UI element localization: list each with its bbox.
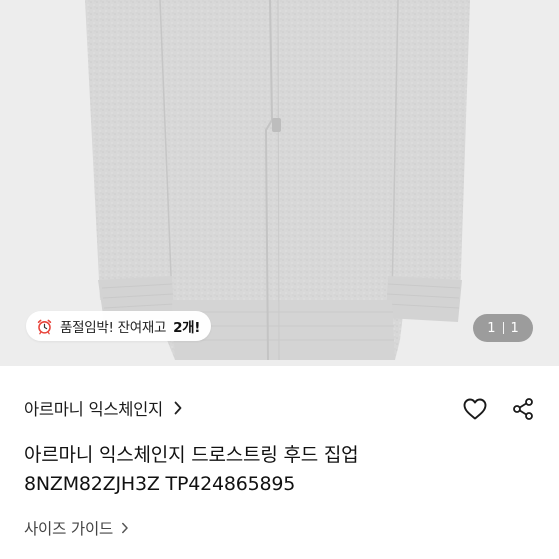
low-stock-badge: 품절임박! 잔여재고 2개! — [26, 311, 212, 341]
stock-count: 2개! — [173, 320, 201, 336]
chevron-right-icon — [174, 401, 182, 415]
product-actions — [461, 394, 537, 424]
size-guide-label: 사이즈 가이드 — [24, 520, 114, 538]
image-page-indicator: 1 1 — [473, 314, 533, 342]
share-icon — [513, 398, 533, 420]
chevron-right-icon — [122, 522, 128, 534]
product-title-line-2: 8NZM82ZJH3Z TP424865895 — [24, 473, 296, 495]
size-guide-link[interactable]: 사이즈 가이드 — [24, 515, 129, 541]
alarm-clock-icon — [37, 319, 52, 334]
current-image-index: 1 — [487, 320, 496, 336]
low-stock-text: 품절임박! 잔여재고 — [60, 320, 167, 336]
like-button[interactable] — [461, 395, 489, 423]
brand-link[interactable]: 아르마니 익스체인지 — [24, 394, 183, 422]
total-image-count: 1 — [510, 320, 519, 336]
heart-outline-icon — [463, 398, 487, 420]
brand-name: 아르마니 익스체인지 — [24, 400, 163, 419]
product-title: 아르마니 익스체인지 드로스트링 후드 집업 8NZM82ZJH3Z TP424… — [24, 441, 544, 499]
share-button[interactable] — [509, 395, 537, 423]
product-image[interactable]: 품절임박! 잔여재고 2개! 1 1 — [0, 0, 559, 366]
indicator-divider — [502, 322, 504, 334]
product-title-line-1: 아르마니 익스체인지 드로스트링 후드 집업 — [24, 444, 359, 466]
